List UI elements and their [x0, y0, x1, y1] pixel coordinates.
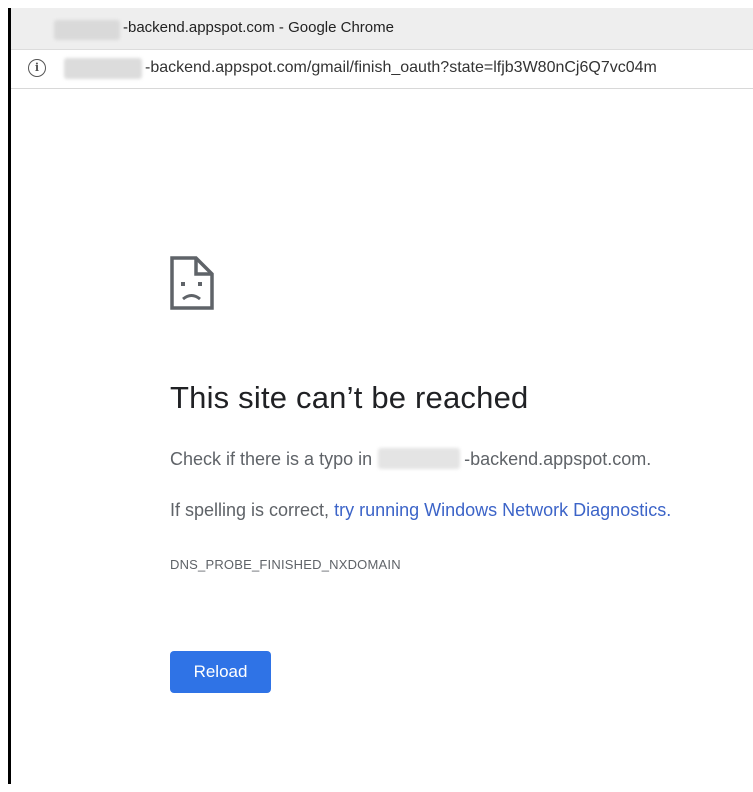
sad-page-icon	[170, 256, 214, 310]
page-content: This site can’t be reached Check if ther…	[11, 89, 753, 792]
redacted-url-prefix	[64, 58, 142, 79]
error-heading: This site can’t be reached	[170, 380, 529, 415]
spelling-suggestion: If spelling is correct, try running Wind…	[170, 500, 671, 521]
network-diagnostics-link[interactable]: try running Windows Network Diagnostics.	[334, 500, 671, 520]
reload-button[interactable]: Reload	[170, 651, 271, 693]
info-icon[interactable]: i	[28, 59, 46, 77]
url-text[interactable]: -backend.appspot.com/gmail/finish_oauth?…	[145, 59, 657, 77]
typo-domain: -backend.appspot.com.	[464, 449, 652, 469]
title-bar[interactable]: -backend.appspot.com - Google Chrome	[11, 8, 753, 50]
window-title: -backend.appspot.com - Google Chrome	[123, 19, 394, 36]
typo-suggestion: Check if there is a typo in -backend.apps…	[170, 448, 651, 470]
typo-prefix: Check if there is a typo in	[170, 449, 373, 469]
redacted-title-prefix	[54, 20, 120, 40]
redacted-domain-prefix	[378, 448, 461, 469]
spelling-prefix: If spelling is correct,	[170, 500, 330, 520]
address-bar[interactable]: i -backend.appspot.com/gmail/finish_oaut…	[11, 50, 753, 89]
error-code: DNS_PROBE_FINISHED_NXDOMAIN	[170, 557, 401, 572]
